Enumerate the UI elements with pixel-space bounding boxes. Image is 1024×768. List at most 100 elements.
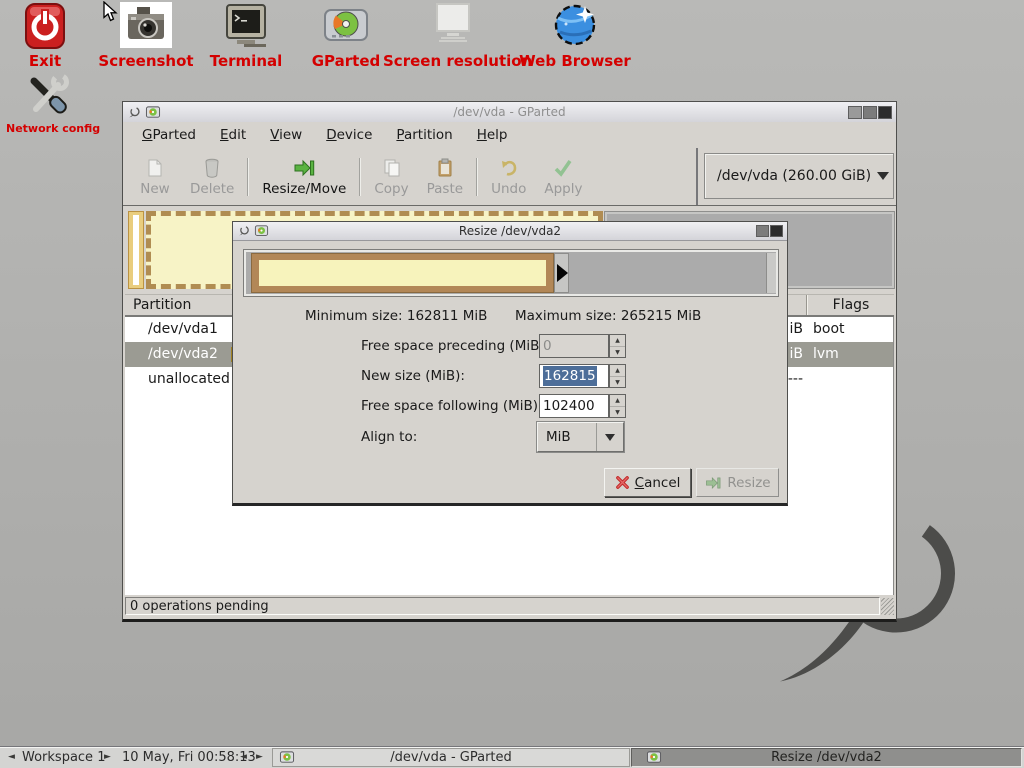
partition-flags: boot [813,317,845,342]
cancel-x-icon [615,475,630,490]
workspace-prev-icon[interactable]: ◄ [8,752,15,762]
menu-edit[interactable]: Edit [209,124,257,146]
resize-move-button[interactable]: Resize/Move [253,155,355,199]
spin-up-icon [610,365,625,377]
resize-right-handle[interactable] [554,253,569,293]
free-following-label: Free space following (MiB): [361,398,543,414]
delete-icon [201,157,223,179]
dropdown-button[interactable] [596,423,623,451]
launcher-screen-resolution[interactable]: Screen resolution [383,0,523,70]
flags-column-header[interactable]: Flags [808,297,894,313]
menu-device[interactable]: Device [315,124,383,146]
clock: 10 May, Fri 00:58:13 [122,750,256,765]
undo-button: Undo [482,155,535,199]
apply-icon [552,157,574,179]
align-to-dropdown[interactable]: MiB [537,422,624,452]
launcher-web-browser[interactable]: Web Browser [505,0,645,70]
partition-fill [259,260,546,286]
power-icon [21,2,69,50]
partition-name: unallocated [125,371,230,387]
launcher-label: Web Browser [505,52,645,70]
workspace-label: Workspace 1 [22,750,105,765]
dialog-titlebar[interactable]: Resize /dev/vda2 [233,222,787,241]
slider-right-edge [766,253,776,293]
cancel-button[interactable]: Cancel [604,468,691,497]
resize-button-disabled: Resize [696,468,779,497]
launcher-exit[interactable]: Exit [5,0,85,70]
free-following-spinner[interactable] [609,394,626,418]
chevron-down-icon [605,434,615,441]
dialog-title: Resize /dev/vda2 [233,224,787,238]
new-size-spinner[interactable] [609,364,626,388]
launcher-label: Exit [5,52,85,70]
resize-label: Resize [727,475,770,491]
launcher-label: Network config [6,122,88,135]
tools-icon [23,72,71,120]
device-selector-value: /dev/vda (260.00 GiB) [717,168,871,184]
device-selector[interactable]: /dev/vda (260.00 GiB) [704,153,894,199]
partition-resize-bar[interactable] [251,253,554,293]
monitor-icon [429,2,477,50]
toolbar: New Delete Resize/Move [123,148,896,206]
maximize-button[interactable] [863,106,877,119]
align-to-label: Align to: [361,429,417,445]
minimum-size-label: Minimum size: 162811 MiB [305,308,487,324]
spin-down-icon [610,407,625,418]
apply-button: Apply [535,155,591,199]
workspace-next-icon[interactable]: ► [104,752,111,762]
task-label: Resize /dev/vda2 [632,750,1021,765]
paste-button: Paste [418,155,472,199]
copy-icon [381,157,403,179]
launcher-label: Screen resolution [383,52,523,70]
partition-flags: lvm [813,342,839,367]
new-icon [144,157,166,179]
spin-up-icon [610,395,625,407]
new-size-input[interactable]: 162815 [539,364,609,388]
dialog-maximize-button[interactable] [756,225,769,237]
status-text: 0 operations pending [125,597,880,615]
copy-button: Copy [365,155,417,199]
gparted-task-icon [279,750,295,765]
task-prev-icon[interactable]: ◄ [240,752,247,762]
resize-dialog: Resize /dev/vda2 Minimum size: 162811 Mi… [232,221,788,506]
gparted-icon [322,2,370,50]
new-button: New [129,155,181,199]
drag-arrow-icon [557,264,568,282]
free-preceding-label: Free space preceding (MiB): [361,338,549,354]
resize-move-icon [292,157,316,179]
mouse-cursor [103,1,119,23]
menu-help[interactable]: Help [466,124,519,146]
resize-grip[interactable] [881,598,894,615]
chevron-down-icon [877,172,889,180]
undo-icon [498,157,520,179]
toolbar-separator [247,158,249,196]
task-gparted-main[interactable]: /dev/vda - GParted [272,748,630,767]
desktop: Exit Screenshot Terminal [0,0,1024,768]
minimize-button[interactable] [848,106,862,119]
close-button[interactable] [878,106,892,119]
launcher-network-config[interactable]: Network config [6,70,88,135]
partition-column-header[interactable]: Partition [133,297,191,313]
selected-value: 162815 [543,366,597,386]
main-window-titlebar[interactable]: /dev/vda - GParted [123,102,896,123]
toolbar-separator [476,158,478,196]
task-label: /dev/vda - GParted [273,750,629,765]
taskbar: ◄ Workspace 1 ► 10 May, Fri 00:58:13 ◄ ►… [0,746,1024,768]
maximum-size-label: Maximum size: 265215 MiB [515,308,701,324]
menu-view[interactable]: View [259,124,313,146]
vda1-block[interactable] [128,211,144,289]
task-next-icon[interactable]: ► [256,752,263,762]
partition-name: /dev/vda2 [125,346,218,362]
delete-button: Delete [181,155,243,199]
toolbar-separator [359,158,361,196]
spin-up-icon [610,335,625,347]
menu-partition[interactable]: Partition [385,124,463,146]
free-preceding-spinner [609,334,626,358]
new-size-label: New size (MiB): [361,368,465,384]
task-resize-dialog[interactable]: Resize /dev/vda2 [631,748,1022,767]
free-following-input[interactable]: 102400 [539,394,609,418]
dialog-close-button[interactable] [770,225,783,237]
resize-slider [243,249,779,297]
menu-gparted[interactable]: GParted [131,124,207,146]
spin-down-icon [610,377,625,388]
